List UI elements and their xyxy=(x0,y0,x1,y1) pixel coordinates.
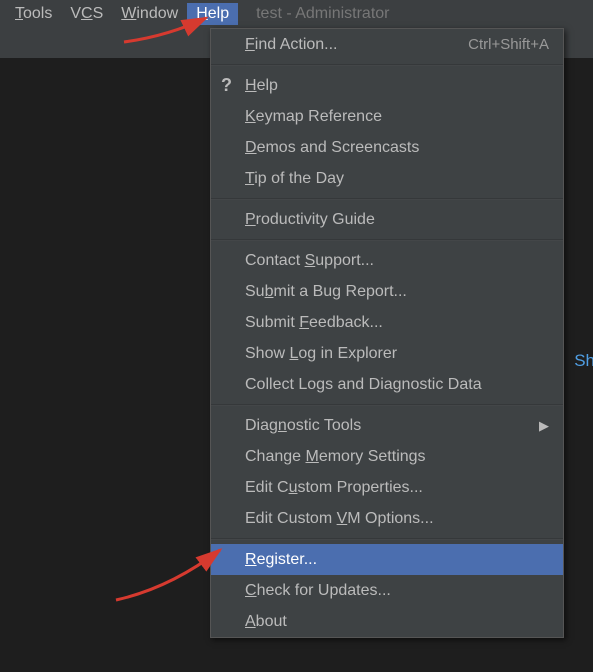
menu-separator xyxy=(211,404,563,406)
menu-item-show-log-in-explorer[interactable]: Show Log in Explorer xyxy=(211,338,563,369)
menubar-item-vcs[interactable]: VCS xyxy=(61,3,112,25)
menu-item-label: Find Action... xyxy=(245,36,338,54)
menu-item-label: Diagnostic Tools xyxy=(245,417,361,435)
menu-item-label: Keymap Reference xyxy=(245,108,382,126)
menubar-item-help[interactable]: Help xyxy=(187,3,238,25)
menubar: ToolsVCSWindowHelp test - Administrator xyxy=(0,0,593,28)
menu-item-collect-logs-and-diagnostic-data[interactable]: Collect Logs and Diagnostic Data xyxy=(211,369,563,400)
menu-item-find-action[interactable]: Find Action... Ctrl+Shift+A xyxy=(211,29,563,60)
menu-item-productivity-guide[interactable]: Productivity Guide xyxy=(211,204,563,235)
menu-item-submit-feedback[interactable]: Submit Feedback... xyxy=(211,307,563,338)
menu-item-contact-support[interactable]: Contact Support... xyxy=(211,245,563,276)
help-dropdown-menu: Find Action... Ctrl+Shift+A? Help Keymap Re… xyxy=(210,28,564,638)
menu-item-label: Submit Feedback... xyxy=(245,314,383,332)
menu-item-submit-a-bug-report[interactable]: Submit a Bug Report... xyxy=(211,276,563,307)
menu-item-shortcut: Ctrl+Shift+A xyxy=(468,36,549,53)
menu-item-edit-custom-vm-options[interactable]: Edit Custom VM Options... xyxy=(211,503,563,534)
menu-item-label: Productivity Guide xyxy=(245,211,375,229)
menubar-item-tools[interactable]: Tools xyxy=(6,3,61,25)
menubar-item-window[interactable]: Window xyxy=(112,3,187,25)
menu-item-label: Tip of the Day xyxy=(245,170,344,188)
menu-item-help[interactable]: ? Help xyxy=(211,70,563,101)
menu-item-label: Help xyxy=(245,77,278,95)
menu-separator xyxy=(211,64,563,66)
menu-separator xyxy=(211,198,563,200)
menu-item-about[interactable]: About xyxy=(211,606,563,637)
menu-item-label: Contact Support... xyxy=(245,252,374,270)
menu-item-label: Register... xyxy=(245,551,317,569)
menu-item-tip-of-the-day[interactable]: Tip of the Day xyxy=(211,163,563,194)
menu-item-label: About xyxy=(245,613,287,631)
menu-item-check-for-updates[interactable]: Check for Updates... xyxy=(211,575,563,606)
window-title: test - Administrator xyxy=(256,5,389,23)
menu-item-label: Edit Custom VM Options... xyxy=(245,510,434,528)
menu-separator xyxy=(211,538,563,540)
menu-item-change-memory-settings[interactable]: Change Memory Settings xyxy=(211,441,563,472)
chevron-right-icon: ▶ xyxy=(539,418,549,434)
menu-item-label: Check for Updates... xyxy=(245,582,391,600)
menu-item-label: Show Log in Explorer xyxy=(245,345,397,363)
menu-item-label: Edit Custom Properties... xyxy=(245,479,423,497)
menu-item-diagnostic-tools[interactable]: Diagnostic Tools ▶ xyxy=(211,410,563,441)
menu-item-demos-and-screencasts[interactable]: Demos and Screencasts xyxy=(211,132,563,163)
help-icon: ? xyxy=(221,75,232,96)
menu-item-keymap-reference[interactable]: Keymap Reference xyxy=(211,101,563,132)
side-text-partial: Sh xyxy=(574,351,593,371)
menu-item-label: Submit a Bug Report... xyxy=(245,283,407,301)
menu-item-register[interactable]: Register... xyxy=(211,544,563,575)
menu-item-label: Collect Logs and Diagnostic Data xyxy=(245,376,482,394)
menu-item-edit-custom-properties[interactable]: Edit Custom Properties... xyxy=(211,472,563,503)
menu-item-label: Demos and Screencasts xyxy=(245,139,419,157)
menu-item-label: Change Memory Settings xyxy=(245,448,426,466)
menu-separator xyxy=(211,239,563,241)
